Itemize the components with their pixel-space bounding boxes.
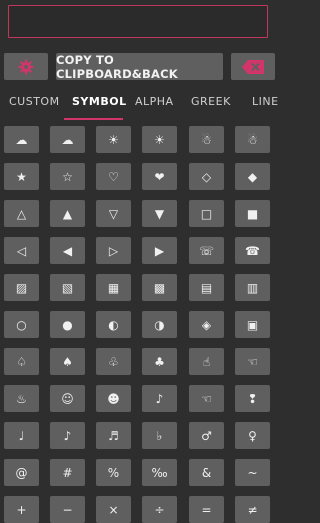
symbol-key[interactable]: ▤ [189,274,224,301]
symbol-key[interactable]: ☎ [235,237,270,264]
tab-symbol[interactable]: SYMBOL [72,95,127,108]
symbol-key[interactable]: = [189,496,224,523]
copy-to-clipboard-button[interactable]: COPY TO CLIPBOARD&BACK [56,53,223,81]
symbol-key[interactable]: ♬ [96,422,131,449]
symbol-key[interactable]: ● [50,311,85,338]
symbol-key[interactable]: − [50,496,85,523]
symbol-key[interactable]: ▲ [50,200,85,227]
symbol-key[interactable]: ☁ [4,126,39,153]
symbol-key[interactable]: ★ [4,163,39,190]
tab-bar: CUSTOM SYMBOL ALPHA GREEK LINE [0,87,279,121]
symbol-key[interactable]: ☺ [50,385,85,412]
symbol-key[interactable]: ☏ [189,237,224,264]
tab-line[interactable]: LINE [252,95,279,108]
symbol-key[interactable]: ♠ [50,348,85,375]
symbol-key[interactable]: ◀ [50,237,85,264]
settings-button[interactable] [4,53,48,80]
symbol-key[interactable]: ▣ [235,311,270,338]
symbol-key[interactable]: ☆ [50,163,85,190]
symbol-key[interactable]: ♭ [142,422,177,449]
symbol-key[interactable]: ♂ [189,422,224,449]
symbol-key[interactable]: ▷ [96,237,131,264]
symbol-key[interactable]: ◁ [4,237,39,264]
text-input[interactable] [8,5,268,38]
symbol-key[interactable]: ○ [4,311,39,338]
toolbar: COPY TO CLIPBOARD&BACK [0,53,279,81]
symbol-key[interactable]: □ [189,200,224,227]
symbol-key[interactable]: ☜ [189,385,224,412]
symbol-key[interactable]: ◇ [189,163,224,190]
tab-greek[interactable]: GREEK [191,95,231,108]
symbol-key[interactable]: △ [4,200,39,227]
backspace-icon [242,59,264,74]
symbol-key[interactable]: ▨ [4,274,39,301]
symbol-key[interactable]: ☀ [96,126,131,153]
symbol-key[interactable]: ▧ [50,274,85,301]
symbol-key[interactable]: ■ [235,200,270,227]
symbol-key[interactable]: ♧ [96,348,131,375]
symbol-key[interactable]: ▽ [96,200,131,227]
symbol-key[interactable]: ☁ [50,126,85,153]
symbol-key[interactable]: ☃ [189,126,224,153]
symbol-key[interactable]: ♪ [50,422,85,449]
symbol-key[interactable]: @ [4,459,39,486]
tab-alpha[interactable]: ALPHA [135,95,174,108]
symbol-key[interactable]: ◈ [189,311,224,338]
symbol-key[interactable]: ≠ [235,496,270,523]
symbol-key[interactable]: ▥ [235,274,270,301]
symbol-key[interactable]: ☀ [142,126,177,153]
symbol-key[interactable]: + [4,496,39,523]
symbol-key[interactable]: ☜ [235,348,270,375]
symbol-key[interactable]: ☻ [96,385,131,412]
symbol-key[interactable]: ☝ [189,348,224,375]
active-tab-indicator [64,118,123,120]
symbol-key[interactable]: ❢ [235,385,270,412]
symbol-key[interactable]: × [96,496,131,523]
symbol-key[interactable]: ♀ [235,422,270,449]
symbol-key[interactable]: ❤ [142,163,177,190]
symbol-key[interactable]: ◑ [142,311,177,338]
symbol-key[interactable]: ▩ [142,274,177,301]
symbol-key[interactable]: # [50,459,85,486]
symbol-key[interactable]: ♩ [4,422,39,449]
tab-custom[interactable]: CUSTOM [9,95,60,108]
symbol-key[interactable]: ♤ [4,348,39,375]
symbol-key[interactable]: ÷ [142,496,177,523]
symbol-key[interactable]: ♡ [96,163,131,190]
symbol-key[interactable]: ◆ [235,163,270,190]
symbol-key[interactable]: % [96,459,131,486]
symbol-key[interactable]: & [189,459,224,486]
symbol-key[interactable]: ♣ [142,348,177,375]
symbol-key[interactable]: ▦ [96,274,131,301]
symbol-key[interactable]: ♪ [142,385,177,412]
symbol-key[interactable]: ▼ [142,200,177,227]
gear-icon [18,59,34,74]
symbol-key[interactable]: ‰ [142,459,177,486]
symbol-key[interactable]: ▶ [142,237,177,264]
symbol-key[interactable]: ☃ [235,126,270,153]
symbol-key[interactable]: ~ [235,459,270,486]
backspace-button[interactable] [231,53,275,80]
symbol-key[interactable]: ◐ [96,311,131,338]
symbol-key[interactable]: ♨ [4,385,39,412]
